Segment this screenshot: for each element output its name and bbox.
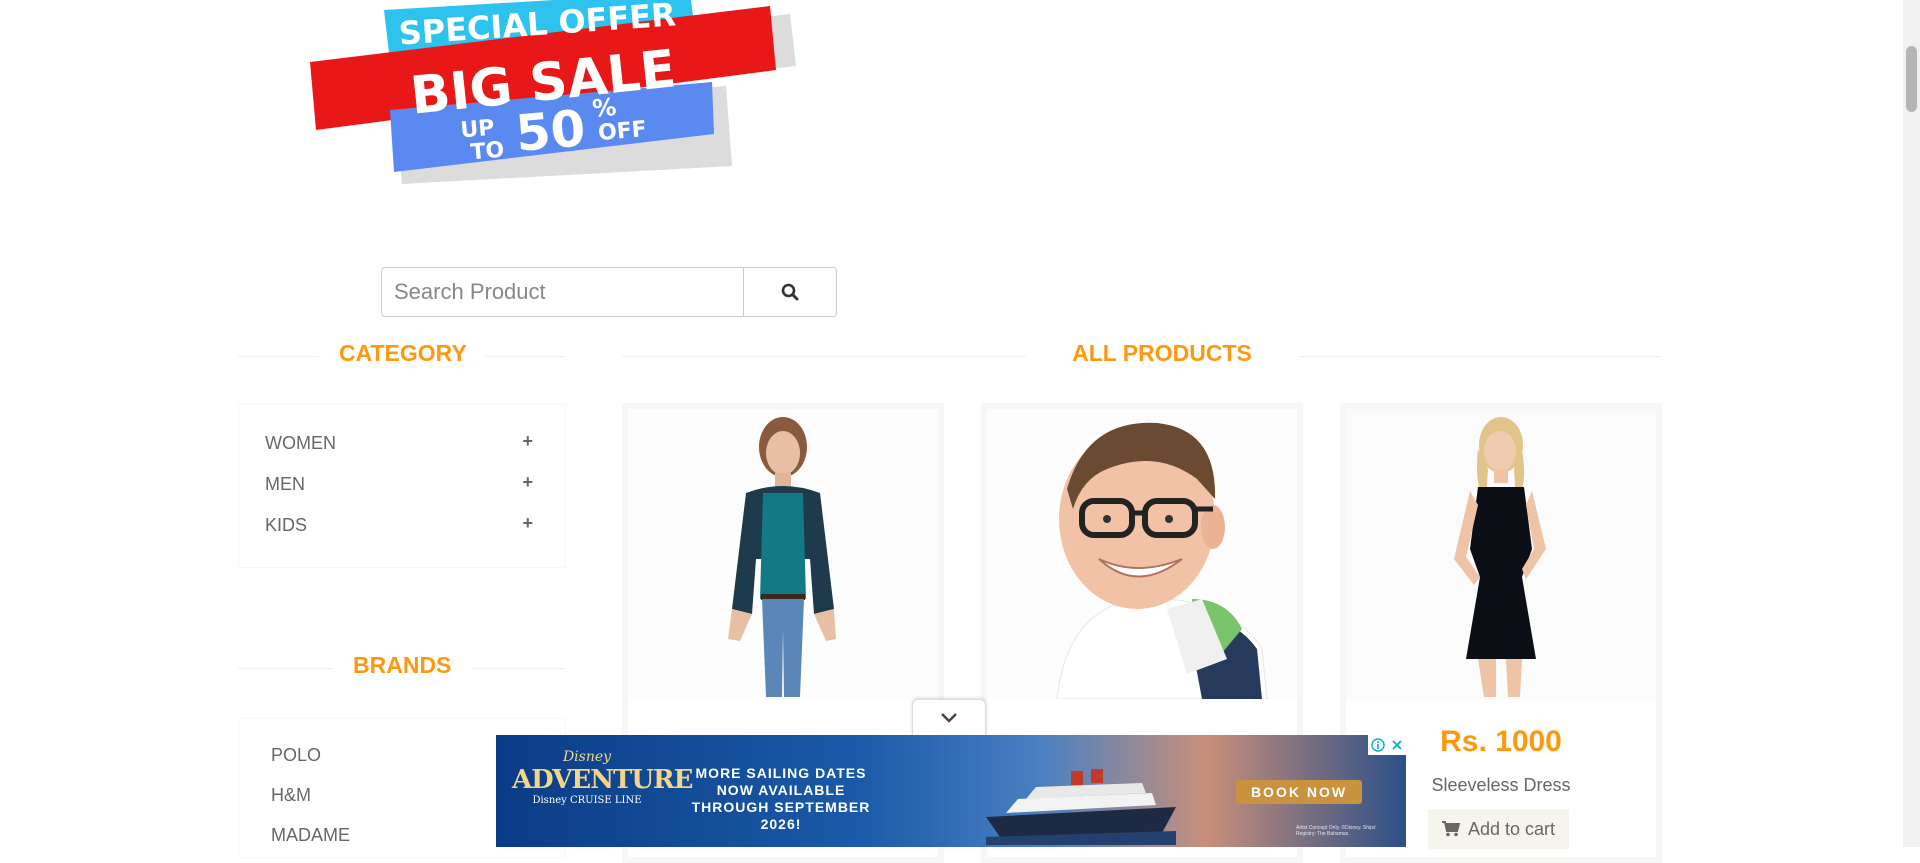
- product-image[interactable]: [1346, 409, 1656, 699]
- product-image[interactable]: [987, 409, 1297, 700]
- search-button[interactable]: [743, 267, 837, 317]
- ship-image: [986, 769, 1176, 845]
- svg-text:50: 50: [513, 99, 587, 163]
- cart-icon: [1442, 821, 1460, 837]
- info-icon[interactable]: [1371, 738, 1385, 752]
- svg-text:%: %: [591, 93, 617, 123]
- scrollbar-thumb[interactable]: [1906, 46, 1917, 112]
- brand-item-polo[interactable]: POLO: [271, 745, 321, 766]
- ad-headline: MORE SAILING DATES NOW AVAILABLE THROUGH…: [691, 765, 871, 832]
- add-to-cart-button[interactable]: Add to cart: [1428, 809, 1570, 849]
- ad-banner[interactable]: Disney ADVENTURE Disney CRUISE LINE MORE…: [496, 735, 1406, 847]
- svg-text:TO: TO: [470, 138, 506, 166]
- search-icon: [781, 283, 799, 301]
- add-to-cart-label: Add to cart: [1468, 818, 1556, 839]
- brands-title: BRANDS: [333, 652, 471, 679]
- category-label: KIDS: [265, 515, 308, 535]
- ad-fine-print: Artist Concept Only. ©Disney. Ships' Reg…: [1296, 825, 1377, 837]
- plus-icon[interactable]: +: [522, 431, 533, 452]
- search-input[interactable]: [381, 267, 759, 317]
- category-panel: WOMEN + MEN + KIDS +: [238, 404, 566, 568]
- plus-icon[interactable]: +: [522, 472, 533, 493]
- ad-collapse-toggle[interactable]: [912, 699, 986, 736]
- ad-cta-button[interactable]: BOOK NOW: [1236, 780, 1362, 804]
- category-title: CATEGORY: [319, 340, 485, 367]
- products-title: ALL PRODUCTS: [1026, 340, 1298, 367]
- brand-item-madame[interactable]: MADAME: [271, 825, 350, 846]
- scrollbar[interactable]: [1903, 0, 1920, 847]
- search-bar: [381, 267, 837, 317]
- plus-icon[interactable]: +: [522, 513, 533, 534]
- ad-choices: [1368, 735, 1406, 755]
- close-icon[interactable]: [1391, 739, 1403, 751]
- svg-text:OFF: OFF: [597, 117, 648, 146]
- ad-brand-main: ADVENTURE: [512, 765, 693, 795]
- sale-banner: SPECIAL OFFER BIG SALE UP TO 50 % OFF: [300, 0, 800, 190]
- ad-brand-top: Disney: [562, 749, 612, 765]
- category-label: WOMEN: [265, 433, 336, 453]
- chevron-down-icon: [941, 713, 957, 723]
- brand-item-hm[interactable]: H&M: [271, 785, 311, 806]
- product-image[interactable]: [628, 409, 938, 699]
- ad-brand-sub: Disney CRUISE LINE: [532, 795, 642, 806]
- category-label: MEN: [265, 474, 305, 494]
- ad-brand: Disney ADVENTURE Disney CRUISE LINE: [512, 749, 693, 806]
